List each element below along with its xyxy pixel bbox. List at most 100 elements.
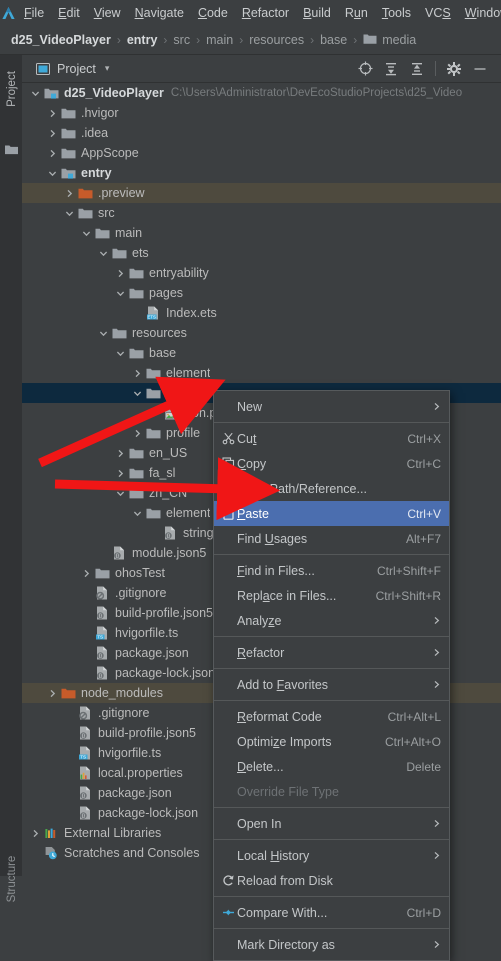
menu-item-open-in[interactable]: Open In <box>214 811 449 836</box>
chevron-right-icon[interactable] <box>132 368 143 379</box>
menu-item-replace-in-files[interactable]: Replace in Files... Ctrl+Shift+R <box>214 583 449 608</box>
folder-icon <box>363 33 377 48</box>
tool-window-button-structure[interactable]: Structure <box>6 845 18 913</box>
chevron-right-icon[interactable] <box>30 828 41 839</box>
select-opened-file-icon[interactable] <box>352 56 378 82</box>
folder-icon <box>94 225 110 241</box>
breadcrumb-item-main[interactable]: main <box>206 33 233 47</box>
tree-node-pages[interactable]: pages <box>22 283 501 303</box>
menu-item-copy-path-reference[interactable]: Copy Path/Reference... <box>214 476 449 501</box>
menu-tools[interactable]: Tools <box>375 0 418 26</box>
menu-item-new[interactable]: New <box>214 394 449 419</box>
menu-item-mark-directory-as[interactable]: Mark Directory as <box>214 932 449 957</box>
menu-item-delete[interactable]: Delete... Delete <box>214 754 449 779</box>
tree-node-label: .gitignore <box>115 586 167 600</box>
tree-node-resources[interactable]: resources <box>22 323 501 343</box>
expand-all-icon[interactable] <box>378 56 404 82</box>
menu-item-compare-with[interactable]: Compare With... Ctrl+D <box>214 900 449 925</box>
tree-node--idea[interactable]: .idea <box>22 123 501 143</box>
chevron-down-icon[interactable] <box>115 288 126 299</box>
menu-window[interactable]: Window <box>458 0 501 26</box>
chevron-right-icon[interactable] <box>132 428 143 439</box>
tree-node--preview[interactable]: .preview <box>22 183 501 203</box>
menu-item-optimize-imports[interactable]: Optimize Imports Ctrl+Alt+O <box>214 729 449 754</box>
breadcrumb-item-resources[interactable]: resources <box>249 33 304 47</box>
tool-window-button-project[interactable]: Project <box>6 61 18 117</box>
breadcrumb-item-entry[interactable]: entry <box>127 33 158 47</box>
chevron-right-icon[interactable] <box>47 128 58 139</box>
menu-item-label: Paste <box>237 506 269 521</box>
scissors-icon <box>219 432 237 445</box>
tree-node-src[interactable]: src <box>22 203 501 223</box>
chevron-down-icon[interactable] <box>30 88 41 99</box>
menu-item-analyze[interactable]: Analyze <box>214 608 449 633</box>
menu-item-add-to-favorites[interactable]: Add to Favorites <box>214 672 449 697</box>
menu-item-paste[interactable]: Paste Ctrl+V <box>214 501 449 526</box>
menu-edit[interactable]: Edit <box>51 0 87 26</box>
chevron-down-icon[interactable] <box>115 348 126 359</box>
chevron-down-icon[interactable] <box>81 228 92 239</box>
tree-node-d25-videoplayer[interactable]: d25_VideoPlayer C:\Users\Administrator\De… <box>22 83 501 103</box>
chevron-right-icon <box>433 677 441 692</box>
chevron-right-icon[interactable] <box>81 568 92 579</box>
menu-navigate[interactable]: Navigate <box>128 0 191 26</box>
chevron-right-icon[interactable] <box>64 188 75 199</box>
chevron-down-icon[interactable] <box>47 168 58 179</box>
breadcrumb-item-base[interactable]: base <box>320 33 347 47</box>
tree-node-label: .preview <box>98 186 145 200</box>
tree-node-ets[interactable]: ets <box>22 243 501 263</box>
breadcrumb-item-d25-videoplayer[interactable]: d25_VideoPlayer <box>11 33 111 47</box>
chevron-down-icon[interactable] <box>64 208 75 219</box>
menu-item-find-usages[interactable]: Find Usages Alt+F7 <box>214 526 449 551</box>
menu-item-cut[interactable]: Cut Ctrl+X <box>214 426 449 451</box>
chevron-down-icon[interactable] <box>98 248 109 259</box>
breadcrumb-item-media[interactable]: media <box>363 33 416 48</box>
breadcrumb-separator: › <box>163 33 168 47</box>
breadcrumb-item-src[interactable]: src <box>173 33 190 47</box>
tree-node-base[interactable]: base <box>22 343 501 363</box>
chevron-down-icon[interactable] <box>132 508 143 519</box>
tree-node-appscope[interactable]: AppScope <box>22 143 501 163</box>
menu-vcs[interactable]: VCS <box>418 0 458 26</box>
chevron-down-icon[interactable] <box>115 488 126 499</box>
breadcrumb-separator: › <box>116 33 121 47</box>
chevron-down-icon[interactable]: ▾ <box>105 63 110 74</box>
menu-run[interactable]: Run <box>338 0 375 26</box>
menu-item-refactor[interactable]: Refactor <box>214 640 449 665</box>
menu-item-copy[interactable]: Copy Ctrl+C <box>214 451 449 476</box>
hide-panel-icon[interactable] <box>467 56 493 82</box>
tree-node-entryability[interactable]: entryability <box>22 263 501 283</box>
menu-item-reload-from-disk[interactable]: Reload from Disk <box>214 868 449 893</box>
menu-item-label: Open In <box>237 816 282 831</box>
breadcrumb[interactable]: d25_VideoPlayer › entry › src › main › resources… <box>0 26 501 55</box>
project-panel-title: Project <box>57 61 96 76</box>
menu-item-reformat-code[interactable]: Reformat Code Ctrl+Alt+L <box>214 704 449 729</box>
folder-icon <box>128 465 144 481</box>
chevron-right-icon[interactable] <box>115 448 126 459</box>
menu-build[interactable]: Build <box>296 0 338 26</box>
chevron-right-icon[interactable] <box>115 268 126 279</box>
menu-refactor[interactable]: Refactor <box>235 0 296 26</box>
tree-node-element[interactable]: element <box>22 363 501 383</box>
collapse-all-icon[interactable] <box>404 56 430 82</box>
chevron-down-icon[interactable] <box>98 328 109 339</box>
deveco-studio-window: File Edit View Navigate Code Refactor Build Run… <box>0 0 501 961</box>
menu-item-label: Refactor <box>237 645 285 660</box>
menu-file[interactable]: File <box>17 0 51 26</box>
chevron-right-icon[interactable] <box>47 688 58 699</box>
menu-code[interactable]: Code <box>191 0 235 26</box>
chevron-right-icon[interactable] <box>47 108 58 119</box>
tree-node--hvigor[interactable]: .hvigor <box>22 103 501 123</box>
chevron-down-icon[interactable] <box>132 388 143 399</box>
tree-node-main[interactable]: main <box>22 223 501 243</box>
tree-node-index-ets[interactable]: ETS Index.ets <box>22 303 501 323</box>
menu-item-local-history[interactable]: Local History <box>214 843 449 868</box>
menu-view[interactable]: View <box>87 0 128 26</box>
chevron-right-icon[interactable] <box>115 468 126 479</box>
tree-node-entry[interactable]: entry <box>22 163 501 183</box>
settings-gear-icon[interactable] <box>441 56 467 82</box>
chevron-right-icon[interactable] <box>47 148 58 159</box>
menu-item-find-in-files[interactable]: Find in Files... Ctrl+Shift+F <box>214 558 449 583</box>
tree-node-label: main <box>115 226 143 240</box>
context-menu[interactable]: New Cut Ctrl+X Copy Ctrl+C Copy Path/Referenc… <box>213 390 450 961</box>
